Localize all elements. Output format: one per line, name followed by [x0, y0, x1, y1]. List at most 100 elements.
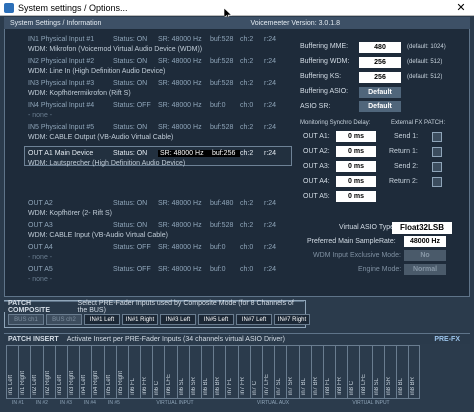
composite-btn-8[interactable]: IN#7 Right	[274, 314, 310, 325]
insert-channel-toggle[interactable]: in3 Right	[66, 345, 80, 399]
engine-mode-value[interactable]: Normal	[404, 264, 446, 275]
device-buffer: buf:528	[210, 123, 234, 131]
composite-btn-6[interactable]: IN#5 Left	[198, 314, 234, 325]
device-row[interactable]: OUT A5 Status: OFF SR: 48000 Hz buf:0 ch:0 r:…	[28, 264, 298, 284]
insert-channel-toggle[interactable]: in6 SL	[176, 345, 189, 399]
device-resolution: r:24	[264, 35, 277, 43]
device-samplerate: SR: 48000 Hz	[158, 199, 202, 207]
device-row[interactable]: OUT A2 Status: ON SR: 48000 Hz buf:480 ch:2 r…	[28, 198, 298, 218]
insert-channel-toggle[interactable]: in7 FR	[237, 345, 250, 399]
insert-channel-label: in6 C	[154, 380, 161, 395]
device-row[interactable]: IN2 Physical Input #2 Status: ON SR: 48000…	[28, 56, 298, 76]
device-row[interactable]: IN3 Physical Input #3 Status: ON SR: 48000…	[28, 78, 298, 98]
delay-a3-value[interactable]: 0 ms	[336, 161, 376, 172]
device-status: Status: ON	[113, 221, 148, 229]
insert-channel-toggle[interactable]: in8 FL	[322, 345, 336, 399]
delay-a5-value[interactable]: 0 ms	[336, 191, 376, 202]
device-buffer: buf:528	[210, 35, 234, 43]
insert-channel-toggle[interactable]: in8 LFE	[359, 345, 372, 399]
insert-group-label: VIRTUAL AUX	[256, 400, 290, 406]
device-row-info: OUT A3 Status: ON SR: 48000 Hz buf:528 ch:2 r…	[28, 220, 298, 230]
device-samplerate: SR: 48000 Hz	[158, 35, 202, 43]
buffering-asio-value[interactable]: Default	[359, 87, 401, 98]
device-row[interactable]: IN4 Physical Input #4 Status: OFF SR: 4800…	[28, 100, 298, 120]
device-resolution: r:24	[264, 221, 277, 229]
fx-patch-title: External FX PATCH:	[391, 120, 446, 126]
insert-group-label: IN #2	[36, 400, 48, 406]
insert-channel-toggle[interactable]: in8 BR	[408, 345, 421, 399]
insert-channel-toggle[interactable]: in8 SR	[383, 345, 396, 399]
patch-composite-buttons: BUS ch1 BUS ch2 IN#1 Left IN#1 Right IN#…	[8, 314, 310, 325]
insert-channel-toggle[interactable]: in7 BR	[310, 345, 323, 399]
fx-return2-checkbox[interactable]	[432, 177, 442, 187]
insert-channel-toggle[interactable]: in1 Right	[18, 345, 31, 399]
insert-channel-toggle[interactable]: in3 Left	[54, 345, 67, 399]
insert-channel-toggle[interactable]: in6 FL	[127, 345, 141, 399]
composite-btn-4[interactable]: IN#1 Right	[122, 314, 158, 325]
device-name: IN1 Physical Input #1	[28, 35, 95, 43]
insert-channel-label: in7 BR	[312, 376, 319, 395]
samplerate-value[interactable]: 48000 Hz	[404, 236, 446, 247]
delay-a1-value[interactable]: 0 ms	[336, 131, 376, 142]
insert-channel-toggle[interactable]: in7 LFE	[261, 345, 275, 399]
insert-channel-toggle[interactable]: in6 SR	[188, 345, 201, 399]
insert-channel-toggle[interactable]: in8 BL	[396, 345, 409, 399]
wdm-exclusive-value[interactable]: No	[404, 250, 446, 261]
samplerate-label: Preferred Main SampleRate:	[307, 238, 396, 245]
insert-channel-toggle[interactable]: in6 BR	[213, 345, 226, 399]
composite-btn-3[interactable]: IN#1 Left	[84, 314, 120, 325]
device-row[interactable]: OUT A4 Status: OFF SR: 48000 Hz buf:0 ch:0 r:…	[28, 242, 298, 262]
insert-channel-toggle[interactable]: in1 Left	[6, 345, 19, 399]
insert-channel-toggle[interactable]: in6 FR	[140, 345, 153, 399]
insert-channel-toggle[interactable]: in4 Left	[79, 345, 92, 399]
buffering-wdm-value[interactable]: 256	[359, 57, 401, 68]
device-status: Status: ON	[113, 57, 148, 65]
delay-a2-value[interactable]: 0 ms	[336, 146, 376, 157]
device-row-info: OUT A5 Status: OFF SR: 48000 Hz buf:0 ch:0 r:…	[28, 264, 298, 274]
insert-channel-toggle[interactable]: in8 C	[347, 345, 360, 399]
device-row[interactable]: IN1 Physical Input #1 Status: ON SR: 48000…	[28, 34, 298, 54]
composite-btn-7[interactable]: IN#7 Left	[236, 314, 272, 325]
asio-sr-value[interactable]: Default	[359, 101, 401, 112]
version-label: Voicemeeter Version: 3.0.1.8	[250, 19, 341, 27]
delay-a3-label: OUT A3:	[303, 163, 330, 170]
device-row[interactable]: OUT A3 Status: ON SR: 48000 Hz buf:528 ch:2 r…	[28, 220, 298, 240]
insert-channel-toggle[interactable]: in6 BL	[201, 345, 214, 399]
fx-send2-checkbox[interactable]	[432, 162, 442, 172]
insert-channel-toggle[interactable]: in2 Right	[42, 345, 55, 399]
insert-channel-toggle[interactable]: in6 C	[152, 345, 165, 399]
virtual-asio-type-value[interactable]: Float32LSB	[392, 222, 452, 234]
insert-channel-toggle[interactable]: in7 BL	[298, 345, 311, 399]
device-driver-name: WDM: Lautsprecher (High Definition Audio…	[28, 159, 186, 167]
insert-channel-toggle[interactable]: in7 SR	[286, 345, 299, 399]
insert-channel-toggle[interactable]: in8 SL	[371, 345, 384, 399]
insert-channel-toggle[interactable]: in6 LFE	[164, 345, 177, 399]
insert-channel-toggle[interactable]: in5 Left	[103, 345, 116, 399]
fx-send1-checkbox[interactable]	[432, 132, 442, 142]
insert-channel-toggle[interactable]: in2 Left	[30, 345, 43, 399]
insert-channel-toggle[interactable]: in7 C	[249, 345, 262, 399]
insert-channel-toggle[interactable]: in7 FL	[225, 345, 238, 399]
fx-return1-checkbox[interactable]	[432, 147, 442, 157]
buffering-ks-value[interactable]: 256	[359, 72, 401, 83]
insert-channel-toggle[interactable]: in7 SL	[274, 345, 287, 399]
patch-composite-bar: PATCH COMPOSITE Select PRE-Fader Inputs …	[4, 300, 304, 314]
delay-a4-value[interactable]: 0 ms	[336, 176, 376, 187]
insert-channel-toggle[interactable]: in8 FR	[335, 345, 348, 399]
asio-sr-label: ASIO SR:	[300, 103, 331, 110]
device-channels: ch:2	[240, 199, 254, 207]
insert-channel-toggle[interactable]: in5 Right	[115, 345, 128, 399]
composite-btn-5[interactable]: IN#3 Left	[160, 314, 196, 325]
device-channels: ch:0	[240, 101, 254, 109]
composite-btn-1[interactable]: BUS ch1	[8, 314, 44, 325]
insert-channel-label: in6 LFE	[166, 374, 173, 395]
buffering-mme-value[interactable]: 480	[359, 42, 401, 53]
device-row[interactable]: IN5 Physical Input #5 Status: ON SR: 48000…	[28, 122, 298, 142]
device-row[interactable]: OUT A1 Main Device Status: ON SR: 48000 Hz…	[28, 148, 298, 168]
device-name: OUT A5	[28, 265, 53, 273]
device-row-info: IN5 Physical Input #5 Status: ON SR: 48000…	[28, 122, 298, 132]
composite-btn-2[interactable]: BUS ch2	[46, 314, 82, 325]
insert-channel-toggle[interactable]: in4 Right	[91, 345, 104, 399]
close-icon[interactable]: ✕	[448, 1, 474, 14]
device-name: OUT A2	[28, 199, 53, 207]
